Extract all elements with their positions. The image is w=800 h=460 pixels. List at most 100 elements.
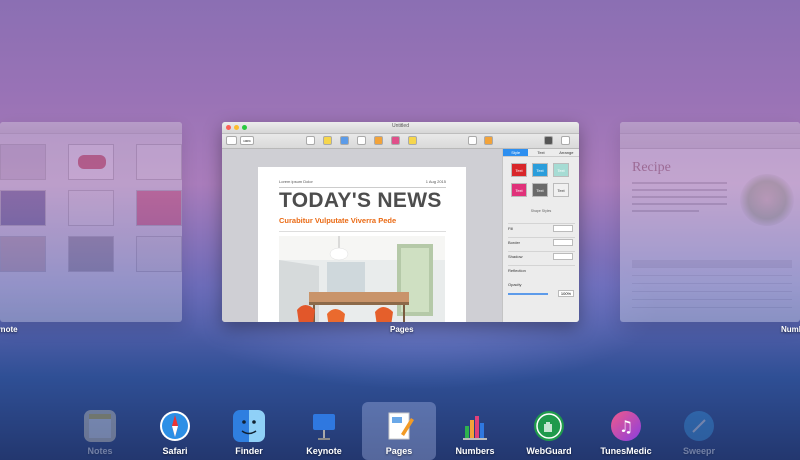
numbers-toolbar [620,134,800,149]
style-swatch[interactable]: Text [532,163,548,177]
border-label: Border [508,240,521,245]
pages-icon [383,410,415,442]
inspector-tabs: Style Text Arrange [503,149,579,157]
dock-label: Notes [87,446,113,456]
media-button[interactable] [391,136,400,145]
article-photo[interactable] [279,236,445,322]
shadow-row[interactable]: Shadow [508,251,575,261]
safari-icon [159,410,191,442]
finder-icon [233,410,265,442]
tips-button[interactable] [484,136,493,145]
chart-button[interactable] [340,136,349,145]
style-swatch[interactable]: Text [553,183,569,197]
dock-label: Safari [162,446,188,456]
dock-label: TunesMedic [600,446,652,456]
dock-item-webguard[interactable]: WebGuard [512,402,586,460]
tab-arrange[interactable]: Arrange [554,149,579,156]
format-inspector: Style Text Arrange Text Text Text Text T… [502,149,579,322]
border-row[interactable]: Border [508,237,575,247]
header-divider [279,187,446,188]
shape-button[interactable] [374,136,383,145]
share-button[interactable] [468,136,477,145]
keynote-icon [308,410,340,442]
opacity-slider[interactable] [508,293,548,295]
keynote-titlebar [0,122,182,134]
numbers-window-thumbnail[interactable]: Recipe [620,122,800,322]
text-style-swatches: Text Text Text Text Text Text [511,163,569,197]
format-button[interactable] [544,136,553,145]
text-button[interactable] [357,136,366,145]
theme-thumb[interactable] [68,236,114,272]
reflection-row[interactable]: Reflection [508,265,575,275]
opacity-label: Opacity [508,282,522,287]
webguard-icon [533,410,565,442]
theme-thumb[interactable] [68,190,114,226]
border-preview[interactable] [553,239,573,246]
dock-label: WebGuard [526,446,572,456]
document-button[interactable] [561,136,570,145]
pages-window-thumbnail[interactable]: Untitled 100% Lorem ipsum Dolor 1 Aug 20… [222,122,579,322]
theme-thumb[interactable] [0,144,46,180]
opacity-value[interactable]: 100% [558,290,574,297]
dock-item-pages[interactable]: Pages [362,402,436,460]
svg-text:♫: ♫ [619,417,633,436]
document-page[interactable]: Lorem ipsum Dolor 1 Aug 2015 TODAY'S NEW… [258,167,466,322]
style-swatch[interactable]: Text [553,163,569,177]
dock-item-notes[interactable]: Notes [63,402,137,460]
dock-item-numbers[interactable]: Numbers [438,402,512,460]
theme-thumb[interactable] [136,190,182,226]
subheadline-text[interactable]: Curabitur Vulputate Viverra Pede [279,216,396,225]
recipe-title: Recipe [632,160,671,175]
pages-toolbar: 100% [222,134,579,149]
dock: Notes Safari Finder Keynote Pages Number… [0,398,800,460]
theme-thumb[interactable] [0,236,46,272]
fill-preview[interactable] [553,225,573,232]
numbers-window-label: Numbers [781,325,800,334]
keynote-window-label: Keynote [0,325,18,334]
subhead-divider [279,231,446,232]
ingredients-table [632,260,792,308]
window-title: Untitled [392,123,409,129]
recipe-photo [740,174,794,226]
dock-item-keynote[interactable]: Keynote [287,402,361,460]
document-canvas[interactable]: Lorem ipsum Dolor 1 Aug 2015 TODAY'S NEW… [222,149,502,322]
theme-thumb[interactable] [136,236,182,272]
sweepr-icon [683,410,715,442]
tab-style[interactable]: Style [503,149,529,156]
notes-icon [84,410,116,442]
numbers-icon [459,410,491,442]
style-swatch[interactable]: Text [532,183,548,197]
theme-grid [0,144,182,272]
page-header-date: 1 Aug 2015 [425,179,446,184]
view-button[interactable] [226,136,237,145]
tunesmedic-icon: ♫ [610,410,642,442]
table-button[interactable] [323,136,332,145]
fill-row[interactable]: Fill [508,223,575,233]
shadow-preview[interactable] [553,253,573,260]
zoom-button[interactable]: 100% [240,136,254,145]
shadow-label: Shadow [508,254,523,259]
dock-item-safari[interactable]: Safari [138,402,212,460]
dock-label: Sweepr [682,446,715,456]
shape-styles-label: Shape Styles [530,209,552,213]
insert-button[interactable] [306,136,315,145]
style-swatch[interactable]: Text [511,163,527,177]
numbers-titlebar [620,122,800,134]
theme-thumb[interactable] [68,144,114,180]
pages-titlebar: Untitled [222,122,579,134]
dock-label: Pages [385,446,413,456]
keynote-window-thumbnail[interactable] [0,122,182,322]
theme-thumb[interactable] [136,144,182,180]
reflection-label: Reflection [508,268,526,273]
fill-label: Fill [508,226,514,231]
dock-item-finder[interactable]: Finder [212,402,286,460]
headline-text[interactable]: TODAY'S NEWS [279,189,442,213]
dock-label: Numbers [455,446,495,456]
comment-button[interactable] [408,136,417,145]
style-swatch[interactable]: Text [511,183,527,197]
theme-thumb[interactable] [0,190,46,226]
dock-item-sweepr[interactable]: Sweepr [662,402,736,460]
dock-item-tunesmedic[interactable]: ♫ TunesMedic [589,402,663,460]
pages-window-label: Pages [390,325,414,334]
tab-text[interactable]: Text [528,149,553,156]
